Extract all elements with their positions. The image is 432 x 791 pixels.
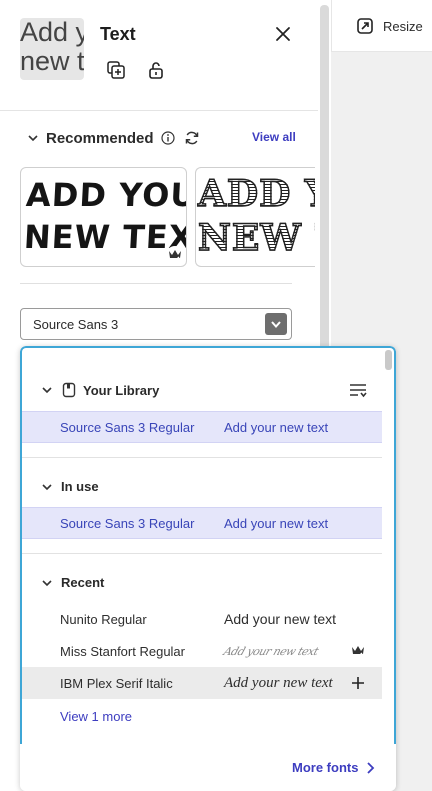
premium-crown-icon [166, 246, 184, 264]
font-sample: Add your new text [224, 419, 329, 435]
premium-crown-icon [352, 646, 364, 659]
section-label: In use [61, 479, 99, 494]
font-name: IBM Plex Serif Italic [60, 675, 173, 691]
chevron-down-icon [28, 135, 38, 142]
card-line-1: ADD YOUR [25, 176, 187, 214]
font-row[interactable]: Nunito Regular Add your new text [22, 603, 382, 635]
more-fonts-link[interactable]: More fonts [292, 760, 358, 775]
font-sample: Add your new text [224, 674, 333, 691]
font-row[interactable]: Miss Stanfort Regular Add your new text [22, 635, 382, 667]
chevron-down-icon [42, 483, 52, 490]
app-root: Add y new t Text Recommended View all AD… [0, 0, 432, 791]
font-sample: Add your new text [224, 515, 329, 531]
view-more-link[interactable]: View 1 more [60, 709, 132, 724]
section-divider [20, 283, 292, 284]
library-icon [62, 382, 76, 398]
font-family-select[interactable]: Source Sans 3 [20, 308, 292, 340]
chevron-down-icon [42, 579, 52, 586]
card-line-1: ADD YO [197, 172, 315, 216]
chevron-down-icon [42, 387, 52, 394]
recommended-card[interactable]: ADD YO NEW TE [195, 167, 315, 267]
section-your-library[interactable]: Your Library [40, 382, 159, 398]
dropdown-footer: More fonts [20, 744, 396, 791]
thumbnail-line-1: Add y [20, 18, 84, 47]
recommended-label: Recommended [46, 129, 154, 147]
section-recent[interactable]: Recent [40, 575, 104, 590]
close-icon[interactable] [273, 24, 293, 44]
font-name: Nunito Regular [60, 611, 147, 627]
font-dropdown: Your Library Source Sans 3 Regular Add y… [20, 346, 396, 791]
refresh-icon[interactable] [184, 130, 200, 146]
toolbar-divider [331, 0, 332, 52]
font-sample: Add your new text [224, 611, 337, 627]
card-preview-text: ADD YOUR NEW TEXT [22, 174, 187, 258]
chevron-right-icon[interactable] [364, 761, 376, 775]
chevron-down-icon[interactable] [265, 313, 287, 335]
duplicate-icon[interactable] [106, 60, 126, 80]
info-icon[interactable] [160, 131, 175, 145]
section-label: Your Library [83, 382, 160, 398]
resize-icon[interactable] [356, 17, 374, 35]
text-thumbnail[interactable]: Add y new t [20, 18, 84, 80]
resize-button[interactable]: Resize [383, 19, 423, 34]
recommended-header[interactable]: Recommended [26, 127, 200, 149]
view-all-link[interactable]: View all [252, 130, 296, 144]
section-label: Recent [61, 575, 105, 590]
font-name: Source Sans 3 Regular [60, 419, 195, 435]
recommended-card[interactable]: ADD YOUR NEW TEXT [20, 167, 187, 267]
font-name: Miss Stanfort Regular [60, 643, 185, 659]
font-row[interactable]: Source Sans 3 Regular Add your new text [22, 507, 382, 539]
card-line-2: NEW TE [197, 216, 315, 260]
font-select-value: Source Sans 3 [33, 316, 119, 332]
panel-title: Text [100, 24, 136, 44]
font-sample: Add your new text [221, 644, 320, 658]
font-name: Source Sans 3 Regular [60, 515, 195, 531]
font-row[interactable]: Source Sans 3 Regular Add your new text [22, 411, 382, 443]
card-preview-text: ADD YO NEW TE [197, 172, 315, 260]
add-icon[interactable] [349, 674, 367, 692]
filter-icon[interactable] [348, 382, 368, 400]
section-in-use[interactable]: In use [40, 479, 99, 494]
thumbnail-line-2: new t [20, 46, 84, 76]
section-divider [22, 553, 382, 554]
unlock-icon[interactable] [146, 60, 166, 80]
section-divider [22, 457, 382, 458]
font-list: Your Library Source Sans 3 Regular Add y… [20, 346, 396, 744]
font-row[interactable]: IBM Plex Serif Italic Add your new text [22, 667, 382, 699]
card-line-2: NEW TEXT [22, 218, 187, 256]
panel-divider [0, 110, 318, 111]
font-list-scrollbar[interactable] [385, 350, 392, 370]
